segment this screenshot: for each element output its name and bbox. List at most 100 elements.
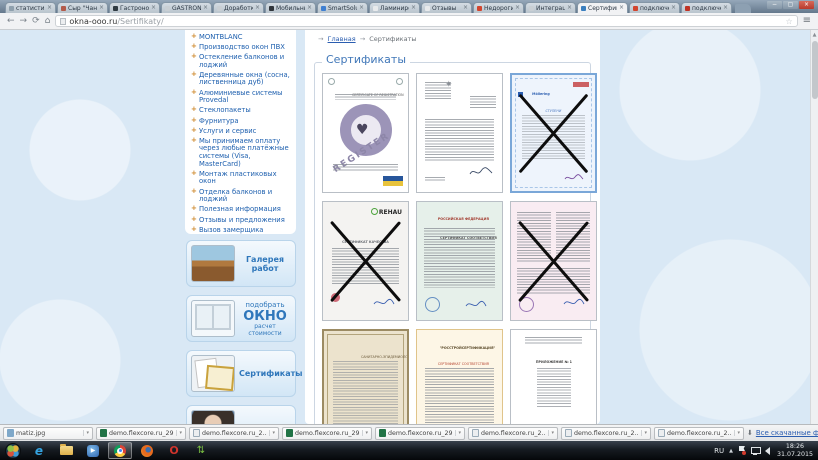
- promo-certificates[interactable]: Сертификаты: [186, 350, 296, 397]
- sidebar-menu-item[interactable]: +Стеклопакеты: [191, 107, 292, 115]
- browser-menu-icon[interactable]: ≡: [803, 16, 811, 26]
- browser-tab[interactable]: Доработки×: [213, 2, 264, 13]
- download-caret-icon[interactable]: ▾: [641, 430, 647, 436]
- sidebar-menu-item-label[interactable]: Отделка балконов и лоджий: [199, 188, 272, 204]
- taskbar-clock[interactable]: 18:26 31.07.2015: [777, 443, 813, 458]
- taskbar-explorer[interactable]: [54, 442, 78, 459]
- scrollbar-thumb[interactable]: [812, 41, 818, 99]
- sidebar-menu-item-label[interactable]: Стеклопакеты: [199, 106, 251, 114]
- taskbar-firefox[interactable]: [135, 442, 159, 459]
- browser-tab[interactable]: Недорогие×: [473, 2, 524, 13]
- browser-tab[interactable]: Сертификат×: [577, 2, 628, 13]
- minimize-button[interactable]: −: [767, 1, 782, 9]
- browser-tab[interactable]: GASTRONOM×: [161, 2, 212, 13]
- breadcrumb-home-link[interactable]: Главная: [328, 35, 356, 43]
- sidebar-menu-item-label[interactable]: Услуги и сервис: [199, 127, 256, 135]
- browser-tab[interactable]: Мобильный×: [265, 2, 316, 13]
- language-indicator[interactable]: RU: [714, 447, 724, 455]
- download-item[interactable]: demo.flexcore.ru_2...html▾: [561, 427, 651, 440]
- sidebar-menu-item-label[interactable]: Деревянные окна (сосна, лиственница дуб): [199, 71, 290, 87]
- certificate-thumb-annex[interactable]: ПРИЛОЖЕНИЕ № 1: [510, 329, 597, 424]
- download-filename[interactable]: demo.flexcore.ru_29....csv: [388, 430, 453, 437]
- tab-close-icon[interactable]: ×: [47, 5, 52, 11]
- download-caret-icon[interactable]: ▾: [83, 430, 89, 436]
- sidebar-menu-item-label[interactable]: Мы принимаем оплату через любые платёжны…: [199, 137, 289, 168]
- download-filename[interactable]: matiz.jpg: [16, 430, 81, 437]
- tab-close-icon[interactable]: ×: [515, 5, 520, 11]
- new-tab-button[interactable]: [735, 4, 751, 13]
- download-filename[interactable]: demo.flexcore.ru_29....csv: [295, 430, 360, 437]
- sidebar-menu-item-label[interactable]: Монтаж пластиковых окон: [199, 170, 277, 186]
- url-text[interactable]: okna-ooo.ru/Sertifikaty/: [69, 17, 163, 26]
- promo-online-consultant[interactable]: ONLINE: [186, 405, 296, 424]
- browser-tab[interactable]: подключени×: [681, 2, 732, 13]
- hidden-icons-arrow[interactable]: ▲: [729, 448, 733, 454]
- download-caret-icon[interactable]: ▾: [548, 430, 554, 436]
- sidebar-menu-item[interactable]: +Остекление балконов и лоджий: [191, 54, 292, 69]
- volume-icon[interactable]: [765, 447, 770, 455]
- show-all-downloads-label[interactable]: Все скачанные файлы...: [756, 429, 818, 437]
- browser-tab[interactable]: Отзывы×: [421, 2, 472, 13]
- show-all-downloads[interactable]: ⬇ Все скачанные файлы...: [747, 429, 818, 437]
- sidebar-menu-item[interactable]: +Отделка балконов и лоджий: [191, 189, 292, 204]
- download-caret-icon[interactable]: ▾: [176, 430, 182, 436]
- sidebar-menu-item-label[interactable]: Остекление балконов и лоджий: [199, 53, 284, 69]
- download-caret-icon[interactable]: ▾: [455, 430, 461, 436]
- promo-okno-calculator[interactable]: подобрать ОКНО расчет стоимости: [186, 295, 296, 342]
- download-filename[interactable]: demo.flexcore.ru_2...html: [667, 430, 732, 437]
- certificate-thumb-sanitary[interactable]: САНИТАРНО-ЭПИДЕМИОЛОГИЧЕСКОЕ ЗАКЛЮЧЕНИЕ: [322, 329, 409, 424]
- maximize-button[interactable]: ▢: [783, 1, 798, 9]
- download-caret-icon[interactable]: ▾: [734, 430, 740, 436]
- sidebar-menu-item-label[interactable]: Производство окон ПВХ: [199, 43, 285, 51]
- tab-close-icon[interactable]: ×: [619, 5, 624, 11]
- tab-close-icon[interactable]: ×: [203, 5, 208, 11]
- tab-close-icon[interactable]: ×: [307, 5, 312, 11]
- home-icon[interactable]: ⌂: [45, 17, 51, 26]
- certificate-thumb-rosstroy[interactable]: "РОССТРОЙСЕРТИФИКАЦИЯ" СЕРТИФИКАТ СООТВЕ…: [416, 329, 503, 424]
- close-window-button[interactable]: ×: [799, 1, 814, 9]
- address-bar[interactable]: okna-ooo.ru/Sertifikaty/ ☆: [55, 15, 797, 27]
- tab-close-icon[interactable]: ×: [359, 5, 364, 11]
- certificate-thumb-bsi[interactable]: CERTIFICATE OF REGISTRATION ♥ REGISTER: [322, 73, 409, 193]
- start-button[interactable]: [5, 443, 21, 459]
- browser-tab[interactable]: подключени×: [629, 2, 680, 13]
- download-item[interactable]: demo.flexcore.ru_29....csv▾: [96, 427, 186, 440]
- reload-icon[interactable]: ⟳: [32, 17, 40, 26]
- sidebar-menu-item[interactable]: +Фурнитура: [191, 118, 292, 126]
- sidebar-menu-item[interactable]: +Монтаж пластиковых окон: [191, 171, 292, 186]
- browser-tab[interactable]: SmartSoluti×: [317, 2, 368, 13]
- tab-close-icon[interactable]: ×: [151, 5, 156, 11]
- certificate-thumb-green[interactable]: РОССИЙСКАЯ ФЕДЕРАЦИЯСЕРТИФИКАТ СООТВЕТСТ…: [416, 201, 503, 321]
- download-item[interactable]: matiz.jpg▾: [3, 427, 93, 440]
- bookmark-star-icon[interactable]: ☆: [785, 17, 792, 26]
- sidebar-menu-item-label[interactable]: Отзывы и предложения: [199, 216, 285, 224]
- sidebar-menu-item[interactable]: +Производство окон ПВХ: [191, 44, 292, 52]
- sidebar-menu-item[interactable]: +Вызов замерщика: [191, 227, 292, 234]
- sidebar-menu-item[interactable]: +Полезная информация: [191, 206, 292, 214]
- browser-tab[interactable]: Гастрономи×: [109, 2, 160, 13]
- download-item[interactable]: demo.flexcore.ru_29....csv▾: [282, 427, 372, 440]
- certificate-thumb-pink[interactable]: [510, 201, 597, 321]
- download-item[interactable]: demo.flexcore.ru_2...html▾: [468, 427, 558, 440]
- sidebar-menu-item[interactable]: +MONTBLANC: [191, 34, 292, 42]
- browser-tab[interactable]: статистика×: [5, 2, 56, 13]
- download-filename[interactable]: demo.flexcore.ru_2...html: [574, 430, 639, 437]
- browser-tab[interactable]: Сыр "Чанах"×: [57, 2, 108, 13]
- download-filename[interactable]: demo.flexcore.ru_2...html: [481, 430, 546, 437]
- promo-gallery[interactable]: Галерея работ: [186, 240, 296, 287]
- network-icon[interactable]: [751, 447, 760, 455]
- tab-close-icon[interactable]: ×: [463, 5, 468, 11]
- action-center-flag-icon[interactable]: [738, 446, 746, 455]
- download-item[interactable]: demo.flexcore.ru_2...html▾: [189, 427, 279, 440]
- download-caret-icon[interactable]: ▾: [362, 430, 368, 436]
- sidebar-menu-item-label[interactable]: Вызов замерщика: [199, 226, 263, 234]
- sidebar-menu-item-label[interactable]: MONTBLANC: [199, 33, 243, 41]
- download-caret-icon[interactable]: ▾: [269, 430, 275, 436]
- taskbar-ie[interactable]: e: [27, 442, 51, 459]
- certificate-thumb-rehau[interactable]: REHAU СЕРТИФИКАТ КАЧЕСТВА: [322, 201, 409, 321]
- browser-tab[interactable]: Ламиниров×: [369, 2, 420, 13]
- sidebar-menu-item-label[interactable]: Фурнитура: [199, 117, 239, 125]
- tab-close-icon[interactable]: ×: [567, 5, 572, 11]
- tab-close-icon[interactable]: ×: [411, 5, 416, 11]
- certificate-thumb-letter[interactable]: ✦: [416, 73, 503, 193]
